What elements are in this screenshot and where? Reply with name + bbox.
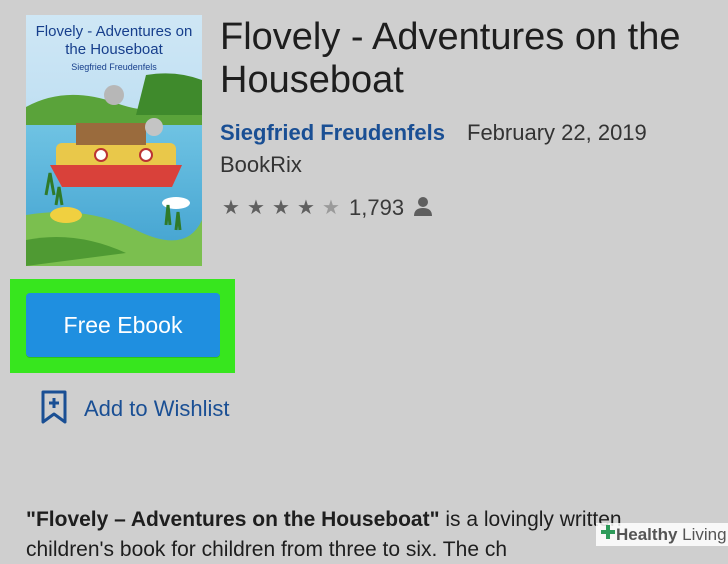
bookmark-plus-icon [40,390,68,429]
publish-date: February 22, 2019 [467,120,647,145]
cover-author: Siegfried Freudenfels [71,62,157,72]
star-icon: ★ [222,197,240,219]
free-ebook-button[interactable]: Free Ebook [26,293,220,357]
star-icon: ★ [247,197,265,219]
watermark: Healthy Living [596,523,728,546]
star-icon: ★ [272,197,290,219]
author-link[interactable]: Siegfried Freudenfels [220,120,445,146]
person-icon [414,196,433,221]
rating-row[interactable]: ★ ★ ★ ★ ★ 1,793 [222,194,433,222]
rating-count: 1,793 [349,195,405,220]
star-half-icon: ★ [322,197,340,219]
book-title: Flovely - Adventures on the Houseboat [220,16,681,101]
book-cover[interactable]: Flovely - Adventures on the Houseboat Si… [26,15,202,266]
add-to-wishlist-button[interactable]: Add to Wishlist [40,390,230,429]
publisher-name: BookRix [220,152,302,177]
star-icon: ★ [297,197,315,219]
description-bold-title: "Flovely – Adventures on the Houseboat" [26,508,440,531]
wishlist-label: Add to Wishlist [84,396,230,421]
description-text: is a lovingly written [439,508,622,531]
watermark-text: Healthy Living [616,524,727,544]
plus-icon [600,524,616,545]
cover-title: Flovely - Adventures on the Houseboat [35,23,193,58]
